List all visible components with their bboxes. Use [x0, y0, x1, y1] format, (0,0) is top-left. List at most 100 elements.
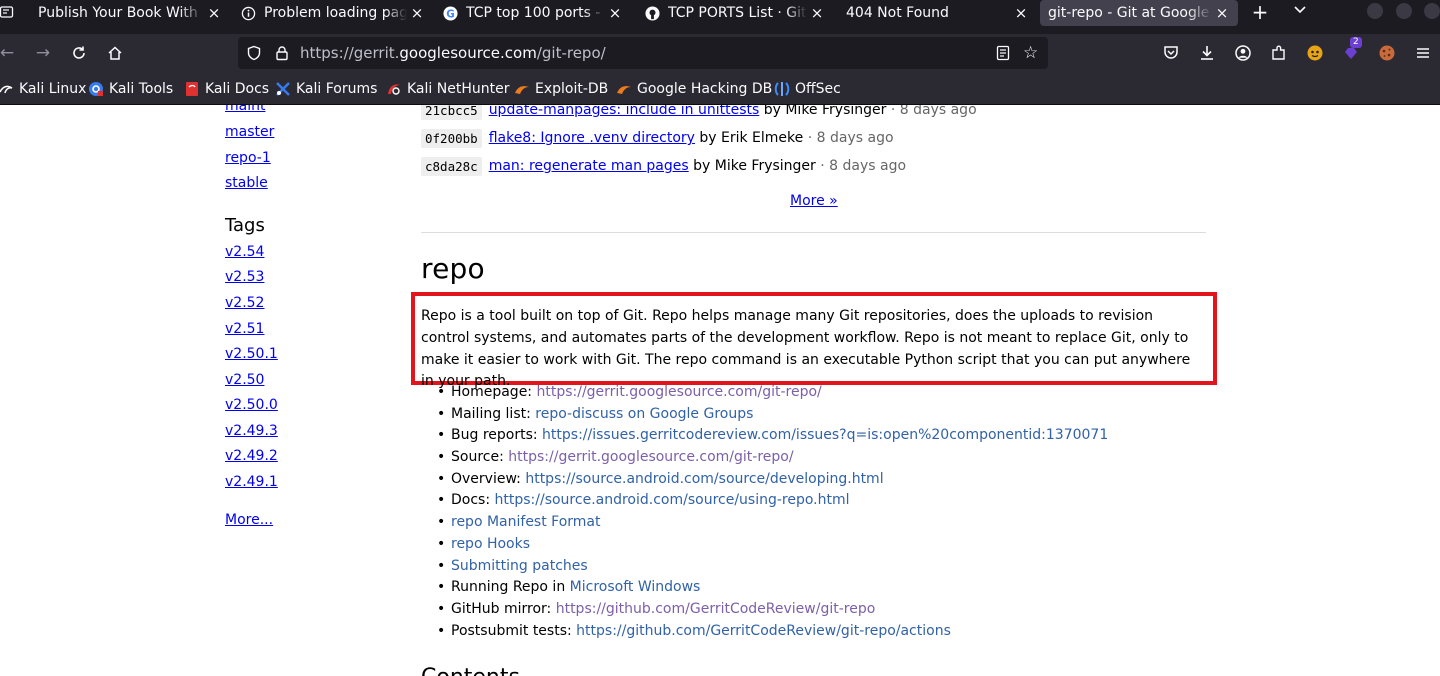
close-icon[interactable]: × [1214, 5, 1230, 21]
list-item-link[interactable]: https://issues.gerritcodereview.com/issu… [542, 427, 1108, 443]
list-item: Submitting patches [421, 556, 1206, 578]
foxy-extension-icon[interactable] [1305, 43, 1325, 63]
offsec-icon [774, 81, 790, 97]
bookmark-kali-docs[interactable]: Kali Docs [184, 80, 269, 98]
branch-link[interactable]: maint [225, 105, 265, 114]
commit-age: · 8 days ago [807, 130, 894, 146]
url-bar[interactable]: https://gerrit.googlesource.com/git-repo… [238, 37, 1048, 69]
tab-title: 404 Not Found [846, 5, 949, 21]
reload-icon[interactable] [68, 42, 90, 64]
bookmark-google-hacking-db[interactable]: Google Hacking DB [616, 80, 772, 98]
more-log-link[interactable]: More » [790, 193, 838, 209]
section-divider [421, 232, 1206, 233]
bookmark-kali-linux[interactable]: Kali Linux [0, 80, 86, 98]
list-item-link[interactable]: https://source.android.com/source/using-… [495, 492, 850, 508]
back-arrow-icon[interactable]: ← [0, 42, 18, 64]
list-item-link[interactable]: https://github.com/GerritCodeReview/git-… [556, 601, 876, 617]
tab-problem-loading[interactable]: Problem loading page × [240, 0, 425, 26]
bookmark-kali-nethunter[interactable]: Kali NetHunter [386, 80, 509, 98]
contents-heading: Contents [421, 665, 520, 676]
tab-git-repo[interactable]: git-repo - Git at Google × [1040, 0, 1238, 26]
forward-arrow-icon[interactable]: → [32, 42, 54, 64]
tag-link[interactable]: v2.50 [225, 372, 264, 388]
list-item-link[interactable]: https://gerrit.googlesource.com/git-repo… [508, 449, 793, 465]
list-item-link[interactable]: repo Hooks [451, 536, 530, 552]
kali-icon [0, 81, 14, 97]
list-item-link[interactable]: https://source.android.com/source/develo… [525, 471, 883, 487]
list-item-link[interactable]: https://gerrit.googlesource.com/git-repo… [536, 384, 821, 400]
tag-link[interactable]: v2.51 [225, 321, 264, 337]
tab-title: TCP PORTS List · GitHub [668, 5, 807, 21]
commit-message-link[interactable]: man: regenerate man pages [489, 158, 689, 174]
tag-link[interactable]: v2.53 [225, 269, 264, 285]
url-text[interactable]: https://gerrit.googlesource.com/git-repo… [300, 44, 606, 62]
list-item-link[interactable]: repo-discuss on Google Groups [535, 406, 753, 422]
commit-sha[interactable]: c8da28c [421, 156, 482, 176]
commit-message-link[interactable]: update-manpages: include in unittests [489, 105, 760, 118]
tab-tcp-ports-github[interactable]: TCP PORTS List · GitHub × [644, 0, 825, 26]
bookmark-kali-forums[interactable]: Kali Forums [275, 80, 377, 98]
bookmark-offsec[interactable]: OffSec [774, 80, 841, 98]
close-icon[interactable]: × [206, 5, 222, 21]
close-icon[interactable]: × [809, 5, 825, 21]
tag-link[interactable]: v2.50.0 [225, 397, 278, 413]
bookmark-kali-tools[interactable]: Kali Tools [88, 80, 173, 98]
list-item-label: Bug reports: [451, 427, 543, 444]
extension-badge-icon[interactable]: 2 [1341, 37, 1362, 63]
more-tags-link[interactable]: More... [225, 512, 273, 528]
account-icon[interactable] [1233, 43, 1253, 63]
tag-link[interactable]: v2.49.3 [225, 423, 278, 439]
list-item: Source: https://gerrit.googlesource.com/… [421, 447, 1206, 469]
tag-link[interactable]: v2.49.2 [225, 448, 278, 464]
maximize-button[interactable] [1396, 3, 1412, 19]
list-item: Docs: https://source.android.com/source/… [421, 490, 1206, 512]
commit-message-link[interactable]: flake8: Ignore .venv directory [489, 130, 695, 146]
tab-publish-book[interactable]: Publish Your Book With U × [38, 0, 222, 26]
home-icon[interactable] [104, 42, 126, 64]
shield-icon[interactable] [246, 45, 262, 61]
tag-link[interactable]: v2.49.1 [225, 474, 278, 490]
list-item-link[interactable]: Submitting patches [451, 558, 588, 574]
list-item-label: Running Repo in [451, 579, 570, 596]
list-item: Overview: https://source.android.com/sou… [421, 469, 1206, 491]
list-item-link[interactable]: Microsoft Windows [570, 579, 701, 595]
close-window-button[interactable] [1424, 3, 1440, 19]
minimize-button[interactable] [1367, 3, 1383, 19]
tag-link[interactable]: v2.54 [225, 244, 264, 260]
bookmarks-toolbar: Kali Linux Kali Tools Kali Docs Kali For… [0, 72, 1440, 105]
list-item-link[interactable]: https://github.com/GerritCodeReview/git-… [576, 623, 951, 639]
commit-sha[interactable]: 21cbcc5 [421, 105, 482, 120]
firefox-view-icon[interactable] [0, 4, 22, 26]
commit-sha[interactable]: 0f200bb [421, 128, 482, 148]
list-item-link[interactable]: repo Manifest Format [451, 514, 601, 530]
branch-link[interactable]: master [225, 124, 274, 140]
download-icon[interactable] [1197, 43, 1217, 63]
close-icon[interactable]: × [607, 5, 623, 21]
lock-icon[interactable] [274, 45, 290, 61]
bookmark-label: Kali Forums [296, 81, 378, 97]
navigation-toolbar: ← → https://gerrit.googlesource.com/git-… [0, 34, 1440, 72]
reader-view-icon[interactable] [995, 45, 1011, 61]
info-icon [240, 5, 256, 21]
list-item: Homepage: https://gerrit.googlesource.co… [421, 382, 1206, 404]
extensions-icon[interactable] [1269, 43, 1289, 63]
branch-link[interactable]: repo-1 [225, 150, 271, 166]
bookmark-star-icon[interactable]: ☆ [1023, 44, 1038, 62]
tag-link[interactable]: v2.50.1 [225, 346, 278, 362]
tab-bar: Publish Your Book With U × Problem loadi… [0, 0, 1440, 34]
commit-row: 21cbcc5 update-manpages: include in unit… [421, 105, 977, 121]
close-icon[interactable]: × [409, 5, 425, 21]
tab-404[interactable]: 404 Not Found × [846, 0, 1029, 26]
tag-link[interactable]: v2.52 [225, 295, 264, 311]
hamburger-menu-icon[interactable] [1413, 43, 1433, 63]
page-content: maint master repo-1 stable Tags v2.54 v2… [0, 105, 1440, 676]
cookie-extension-icon[interactable] [1377, 43, 1397, 63]
bookmark-exploit-db[interactable]: Exploit-DB [514, 80, 608, 98]
branch-link[interactable]: stable [225, 175, 268, 191]
new-tab-plus-icon[interactable]: + [1250, 1, 1270, 23]
close-icon[interactable]: × [1013, 5, 1029, 21]
bookmark-label: Kali NetHunter [407, 81, 510, 97]
tab-tcp-top-100[interactable]: G TCP top 100 ports - Go × [442, 0, 623, 26]
pocket-icon[interactable] [1161, 43, 1181, 63]
chevron-down-icon[interactable] [1290, 1, 1310, 23]
